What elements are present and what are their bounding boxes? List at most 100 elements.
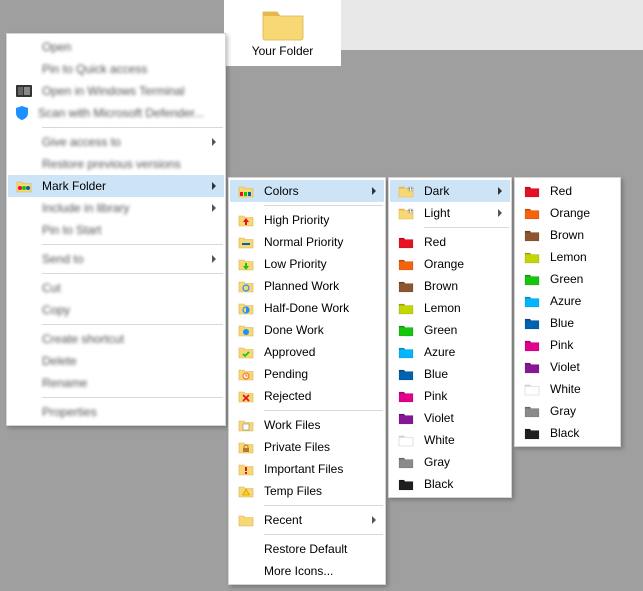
colors-item-azure[interactable]: Azure	[390, 341, 510, 363]
submenu-item-low-priority[interactable]: Low Priority	[230, 253, 384, 275]
menu-item-mark-folder[interactable]: Mark Folder	[8, 175, 224, 197]
folder-gray-icon	[522, 402, 542, 420]
dark-submenu: RedOrangeBrownLemonGreenAzureBluePinkVio…	[514, 177, 621, 447]
colors-item-light[interactable]: Light	[390, 202, 510, 224]
colors-item-blue[interactable]: Blue	[390, 363, 510, 385]
folder-arrow-up-icon	[236, 211, 256, 229]
dark-item-orange[interactable]: Orange	[516, 202, 619, 224]
folder-orange-icon	[522, 204, 542, 222]
folder-lock-icon	[236, 438, 256, 456]
submenu-item-restore-default[interactable]: Restore Default	[230, 538, 384, 560]
dark-item-black[interactable]: Black	[516, 422, 619, 444]
menu-item-create-shortcut[interactable]: Create shortcut	[8, 328, 224, 350]
dark-item-brown[interactable]: Brown	[516, 224, 619, 246]
dark-item-red[interactable]: Red	[516, 180, 619, 202]
dark-item-azure[interactable]: Azure	[516, 290, 619, 312]
menu-item-include-library[interactable]: Include in library	[8, 197, 224, 219]
folder-gray-icon	[396, 453, 416, 471]
folder-x-icon	[236, 387, 256, 405]
menu-item-rename[interactable]: Rename	[8, 372, 224, 394]
folder-arrow-down-icon	[236, 255, 256, 273]
chevron-right-icon	[370, 187, 378, 195]
menu-item-properties[interactable]: Properties	[8, 401, 224, 423]
colors-item-violet[interactable]: Violet	[390, 407, 510, 429]
folder-full-circle-icon	[236, 321, 256, 339]
menu-item-copy[interactable]: Copy	[8, 299, 224, 321]
folder-brown-icon	[522, 226, 542, 244]
folder-green-icon	[522, 270, 542, 288]
folder-blue-icon	[396, 365, 416, 383]
dark-item-gray[interactable]: Gray	[516, 400, 619, 422]
mark-folder-icon	[14, 177, 34, 195]
chevron-right-icon	[210, 255, 218, 263]
folder-empty-circle-icon	[236, 277, 256, 295]
submenu-item-done-work[interactable]: Done Work	[230, 319, 384, 341]
colors-item-black[interactable]: Black	[390, 473, 510, 495]
folder-doc-icon	[236, 416, 256, 434]
folder-violet-icon	[522, 358, 542, 376]
submenu-item-planned-work[interactable]: Planned Work	[230, 275, 384, 297]
folder-colors-icon	[236, 182, 256, 200]
menu-item-open-terminal[interactable]: Open in Windows Terminal	[8, 80, 224, 102]
submenu-item-temp-files[interactable]: Temp Files	[230, 480, 384, 502]
submenu-item-high-priority[interactable]: High Priority	[230, 209, 384, 231]
menu-item-cut[interactable]: Cut	[8, 277, 224, 299]
submenu-item-normal-priority[interactable]: Normal Priority	[230, 231, 384, 253]
dark-item-lemon[interactable]: Lemon	[516, 246, 619, 268]
colors-item-orange[interactable]: Orange	[390, 253, 510, 275]
menu-item-send-to[interactable]: Send to	[8, 248, 224, 270]
folder-orange-icon	[396, 255, 416, 273]
colors-item-lemon[interactable]: Lemon	[390, 297, 510, 319]
chevron-right-icon	[496, 209, 504, 217]
folder-blue-icon	[522, 314, 542, 332]
folder-exclaim-icon	[236, 460, 256, 478]
menu-item-pin-quick-access[interactable]: Pin to Quick access	[8, 58, 224, 80]
menu-item-open[interactable]: Open	[8, 36, 224, 58]
colors-item-red[interactable]: Red	[390, 231, 510, 253]
folder-clock-icon	[236, 365, 256, 383]
menu-item-restore-versions[interactable]: Restore previous versions	[8, 153, 224, 175]
submenu-item-rejected[interactable]: Rejected	[230, 385, 384, 407]
folder-azure-icon	[396, 343, 416, 361]
folder-pink-icon	[522, 336, 542, 354]
menu-item-pin-start[interactable]: Pin to Start	[8, 219, 224, 241]
submenu-item-important-files[interactable]: Important Files	[230, 458, 384, 480]
colors-submenu: DarkLightRedOrangeBrownLemonGreenAzureBl…	[388, 177, 512, 498]
folder-white-icon	[396, 431, 416, 449]
colors-item-white[interactable]: White	[390, 429, 510, 451]
your-folder[interactable]: Your Folder	[224, 0, 341, 66]
chevron-right-icon	[370, 516, 378, 524]
menu-item-give-access[interactable]: Give access to	[8, 131, 224, 153]
colors-item-green[interactable]: Green	[390, 319, 510, 341]
colors-item-dark[interactable]: Dark	[390, 180, 510, 202]
submenu-item-work-files[interactable]: Work Files	[230, 414, 384, 436]
folder-green-icon	[396, 321, 416, 339]
submenu-item-private-files[interactable]: Private Files	[230, 436, 384, 458]
colors-item-brown[interactable]: Brown	[390, 275, 510, 297]
dark-item-green[interactable]: Green	[516, 268, 619, 290]
folder-dark-palette-icon	[396, 182, 416, 200]
folder-lemon-icon	[396, 299, 416, 317]
submenu-item-pending[interactable]: Pending	[230, 363, 384, 385]
submenu-item-recent[interactable]: Recent	[230, 509, 384, 531]
menu-item-scan-defender[interactable]: Scan with Microsoft Defender...	[8, 102, 224, 124]
folder-black-icon	[396, 475, 416, 493]
colors-item-gray[interactable]: Gray	[390, 451, 510, 473]
mark-folder-submenu: Colors High Priority Normal Priority Low…	[228, 177, 386, 585]
dark-item-blue[interactable]: Blue	[516, 312, 619, 334]
folder-black-icon	[522, 424, 542, 442]
colors-item-pink[interactable]: Pink	[390, 385, 510, 407]
dark-item-violet[interactable]: Violet	[516, 356, 619, 378]
submenu-item-more-icons[interactable]: More Icons...	[230, 560, 384, 582]
dark-item-white[interactable]: White	[516, 378, 619, 400]
dark-item-pink[interactable]: Pink	[516, 334, 619, 356]
submenu-item-half-done[interactable]: Half-Done Work	[230, 297, 384, 319]
defender-icon	[14, 104, 30, 122]
folder-check-icon	[236, 343, 256, 361]
submenu-item-approved[interactable]: Approved	[230, 341, 384, 363]
folder-light-palette-icon	[396, 204, 416, 222]
submenu-item-colors[interactable]: Colors	[230, 180, 384, 202]
folder-violet-icon	[396, 409, 416, 427]
menu-item-delete[interactable]: Delete	[8, 350, 224, 372]
desktop-background-strip	[341, 0, 643, 50]
